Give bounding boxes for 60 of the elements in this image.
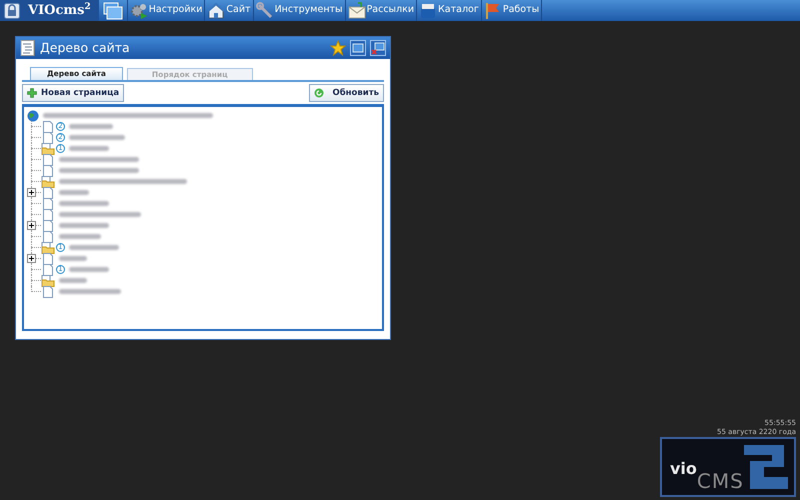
blurred-label [59, 278, 87, 283]
blurred-label [59, 190, 89, 195]
taskbar-menu-item[interactable]: Инструменты [256, 0, 343, 21]
page-icon [43, 186, 53, 198]
house-icon [207, 2, 226, 20]
taskbar-menu-item[interactable]: Рассылки [348, 0, 414, 21]
expand-toggle[interactable] [27, 188, 36, 197]
blurred-label [59, 256, 87, 261]
box-icon [419, 2, 438, 20]
tree-list-icon [20, 40, 36, 56]
blurred-label [59, 234, 101, 239]
expand-toggle[interactable] [27, 254, 36, 263]
plus-icon [29, 256, 34, 261]
globe-icon [27, 110, 39, 122]
windows-icon[interactable] [102, 2, 123, 20]
folder-page-icon [41, 142, 55, 154]
page-icon [43, 164, 53, 176]
plus-icon [27, 88, 37, 98]
taskbar-menu-item[interactable]: Сайт [207, 0, 251, 21]
page-icon [43, 230, 53, 242]
envelope-icon [348, 2, 366, 20]
refresh-button[interactable]: Обновить [309, 84, 384, 102]
maximize-icon[interactable] [350, 40, 366, 56]
new-page-button[interactable]: Новая страница [22, 84, 124, 102]
page-icon [43, 208, 53, 220]
plus-icon [29, 190, 34, 195]
folder-page-icon [41, 274, 55, 286]
refresh-icon [314, 88, 324, 98]
logo-text: CMS [696, 471, 744, 491]
window-title: Дерево сайта [40, 38, 131, 57]
taskbar-menu-item[interactable]: Настройки [130, 0, 202, 21]
blurred-label [69, 267, 109, 272]
star-icon[interactable] [330, 40, 346, 56]
blurred-label [59, 201, 109, 206]
logo-text: vio [670, 461, 697, 477]
page-icon [43, 220, 53, 232]
page-icon [43, 154, 53, 166]
folder-page-icon [41, 242, 55, 254]
taskbar-menu-item[interactable]: Каталог [419, 0, 479, 21]
blurred-label [69, 135, 125, 140]
flag-icon [484, 2, 502, 20]
blurred-label [59, 223, 109, 228]
page-icon [43, 286, 53, 298]
gears-icon [130, 2, 148, 20]
page-icon [43, 252, 53, 264]
taskbar-menu-item[interactable]: Работы [484, 0, 540, 21]
blurred-label [69, 146, 109, 151]
page-icon [43, 120, 53, 132]
page-icon [43, 132, 53, 144]
plus-icon [29, 223, 34, 228]
close-icon[interactable] [370, 40, 386, 56]
wrench-icon [256, 2, 274, 20]
blurred-label [69, 245, 119, 250]
blurred-label [59, 289, 121, 294]
page-icon [43, 198, 53, 210]
blurred-label [69, 124, 113, 129]
page-icon [43, 264, 53, 276]
folder-page-icon [41, 176, 55, 188]
lock-icon[interactable] [4, 2, 20, 18]
expand-toggle[interactable] [27, 221, 36, 230]
